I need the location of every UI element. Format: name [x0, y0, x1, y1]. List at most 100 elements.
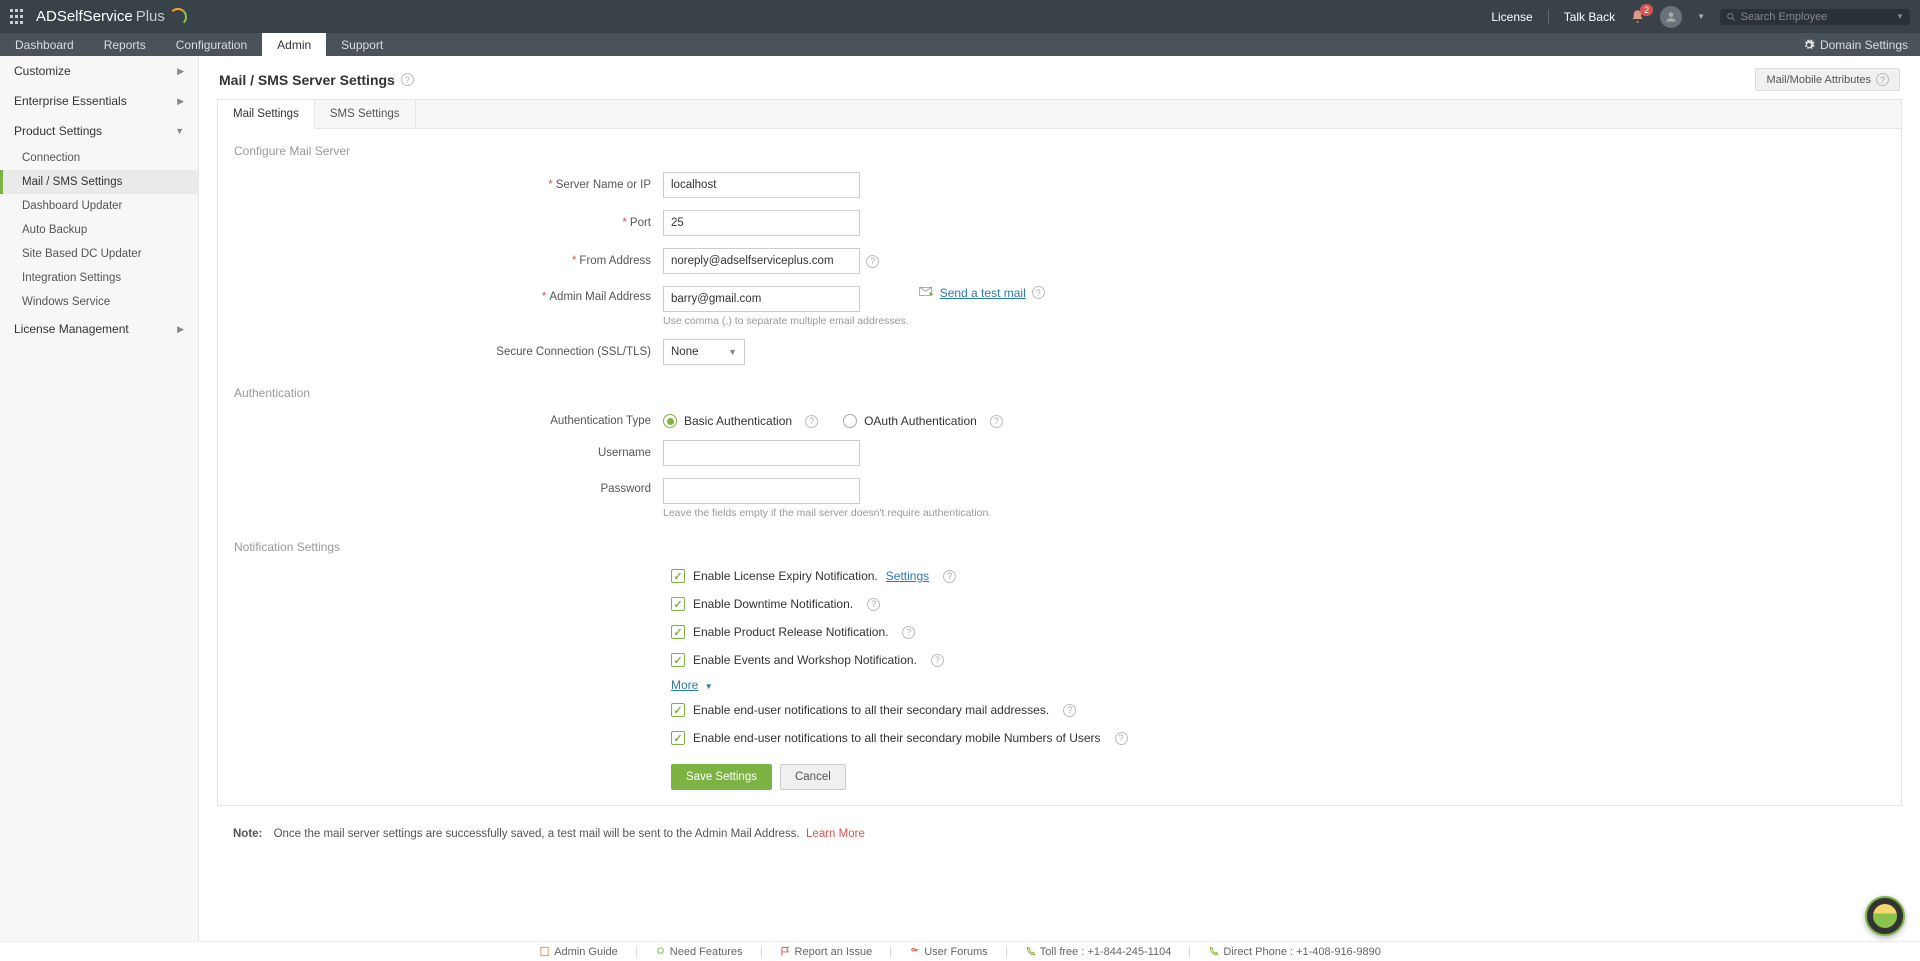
- search-input[interactable]: [1740, 11, 1896, 23]
- sidebar-customize[interactable]: Customize ▶: [0, 56, 198, 86]
- sidebar-mail-sms[interactable]: Mail / SMS Settings: [0, 170, 198, 194]
- secure-connection-select[interactable]: None ▼: [663, 339, 745, 365]
- sidebar-label: License Management: [14, 322, 129, 336]
- learn-more-link[interactable]: Learn More: [806, 828, 865, 840]
- help-icon[interactable]: ?: [805, 415, 818, 428]
- divider: [636, 946, 637, 958]
- settings-link[interactable]: Settings: [886, 569, 929, 583]
- label-from: From Address: [579, 255, 651, 267]
- caret-right-icon: ▶: [177, 66, 184, 77]
- checkbox-license-expiry[interactable]: [671, 569, 685, 583]
- caret-down-icon: ▼: [705, 682, 713, 691]
- checkbox-events-workshop[interactable]: [671, 653, 685, 667]
- tab-dashboard[interactable]: Dashboard: [0, 33, 89, 56]
- save-button[interactable]: Save Settings: [671, 764, 772, 790]
- product-logo: ADSelfService Plus: [36, 8, 187, 26]
- help-icon[interactable]: ?: [401, 73, 414, 86]
- tab-support[interactable]: Support: [326, 33, 398, 56]
- page-header: Mail / SMS Server Settings ? Mail/Mobile…: [199, 56, 1920, 99]
- footer-need-features[interactable]: Need Features: [655, 946, 743, 958]
- tab-configuration[interactable]: Configuration: [161, 33, 262, 56]
- radio-basic-auth[interactable]: Basic Authentication ?: [663, 414, 818, 428]
- tab-reports[interactable]: Reports: [89, 33, 161, 56]
- search-icon: [1726, 11, 1736, 23]
- user-avatar[interactable]: [1660, 6, 1682, 28]
- footer-label: Need Features: [670, 946, 743, 958]
- sidebar-integration[interactable]: Integration Settings: [0, 266, 198, 290]
- help-icon[interactable]: ?: [866, 255, 879, 268]
- sidebar-connection[interactable]: Connection: [0, 146, 198, 170]
- footer-user-forums[interactable]: User Forums: [909, 946, 988, 958]
- help-icon[interactable]: ?: [990, 415, 1003, 428]
- sidebar-enterprise[interactable]: Enterprise Essentials ▶: [0, 86, 198, 116]
- book-icon: [539, 946, 550, 957]
- from-address-input[interactable]: [663, 248, 860, 274]
- sidebar-windows-service[interactable]: Windows Service: [0, 290, 198, 314]
- employee-search[interactable]: ▼: [1720, 9, 1910, 25]
- divider: [890, 946, 891, 958]
- caret-right-icon: ▶: [177, 96, 184, 107]
- note-bar: Note: Once the mail server settings are …: [217, 818, 1902, 850]
- chat-support-bubble[interactable]: [1865, 896, 1905, 936]
- domain-settings-button[interactable]: Domain Settings: [1791, 33, 1920, 56]
- tab-mail-settings[interactable]: Mail Settings: [218, 100, 315, 129]
- help-icon[interactable]: ?: [1063, 704, 1076, 717]
- caret-down-icon: ▼: [175, 126, 184, 136]
- help-icon[interactable]: ?: [943, 570, 956, 583]
- sidebar-license-mgmt[interactable]: License Management ▶: [0, 314, 198, 344]
- port-input[interactable]: [663, 210, 860, 236]
- sidebar-product-settings[interactable]: Product Settings ▼: [0, 116, 198, 146]
- main-nav: Dashboard Reports Configuration Admin Su…: [0, 33, 1920, 56]
- label-port: Port: [630, 217, 651, 229]
- help-icon[interactable]: ?: [902, 626, 915, 639]
- license-link[interactable]: License: [1491, 10, 1532, 24]
- select-value: None: [671, 346, 699, 358]
- radio-label: OAuth Authentication: [864, 414, 977, 428]
- checkbox-secondary-mobile[interactable]: [671, 731, 685, 745]
- notifications-bell[interactable]: 2: [1630, 9, 1645, 24]
- radio-icon: [663, 414, 677, 428]
- tab-admin[interactable]: Admin: [262, 33, 326, 56]
- sidebar-site-dc[interactable]: Site Based DC Updater: [0, 242, 198, 266]
- radio-oauth[interactable]: OAuth Authentication ?: [843, 414, 1003, 428]
- help-icon[interactable]: ?: [867, 598, 880, 611]
- mail-mobile-attributes-button[interactable]: Mail/Mobile Attributes ?: [1755, 68, 1900, 91]
- help-icon[interactable]: ?: [1115, 732, 1128, 745]
- checkbox-product-release[interactable]: [671, 625, 685, 639]
- admin-mail-input[interactable]: [663, 286, 860, 312]
- talkback-link[interactable]: Talk Back: [1564, 10, 1615, 24]
- server-name-input[interactable]: [663, 172, 860, 198]
- checkbox-downtime[interactable]: [671, 597, 685, 611]
- footer-toll-free[interactable]: Toll free : +1-844-245-1104: [1025, 946, 1172, 958]
- help-icon[interactable]: ?: [931, 654, 944, 667]
- cancel-button[interactable]: Cancel: [780, 764, 846, 790]
- chevron-down-icon: ▼: [728, 347, 737, 357]
- help-icon[interactable]: ?: [1032, 286, 1045, 299]
- checkbox-secondary-mail[interactable]: [671, 703, 685, 717]
- sidebar-auto-backup[interactable]: Auto Backup: [0, 218, 198, 242]
- settings-panel: Mail Settings SMS Settings Configure Mai…: [217, 99, 1902, 806]
- username-input[interactable]: [663, 440, 860, 466]
- label-admin-mail: Admin Mail Address: [549, 291, 651, 303]
- footer-direct-phone[interactable]: Direct Phone : +1-408-916-9890: [1208, 946, 1380, 958]
- footer-label: Toll free : +1-844-245-1104: [1040, 946, 1172, 958]
- phone-icon: [1208, 946, 1219, 957]
- checkbox-label: Enable Downtime Notification.: [693, 597, 853, 611]
- sidebar-label: Enterprise Essentials: [14, 94, 127, 108]
- footer-admin-guide[interactable]: Admin Guide: [539, 946, 618, 958]
- divider: [1189, 946, 1190, 958]
- divider: [1006, 946, 1007, 958]
- send-test-mail-link[interactable]: Send a test mail: [940, 286, 1026, 300]
- footer-report-issue[interactable]: Report an Issue: [780, 946, 873, 958]
- sidebar-dashboard-updater[interactable]: Dashboard Updater: [0, 194, 198, 218]
- label-password: Password: [218, 478, 663, 495]
- envelope-icon: [919, 286, 935, 298]
- help-icon[interactable]: ?: [1876, 73, 1889, 86]
- notification-count-badge: 2: [1640, 4, 1653, 16]
- apps-grid-icon[interactable]: [10, 9, 26, 25]
- password-input[interactable]: [663, 478, 860, 504]
- checkbox-label: Enable Product Release Notification.: [693, 625, 888, 639]
- more-link[interactable]: More: [671, 678, 698, 692]
- footer-label: Direct Phone : +1-408-916-9890: [1223, 946, 1380, 958]
- tab-sms-settings[interactable]: SMS Settings: [315, 100, 416, 128]
